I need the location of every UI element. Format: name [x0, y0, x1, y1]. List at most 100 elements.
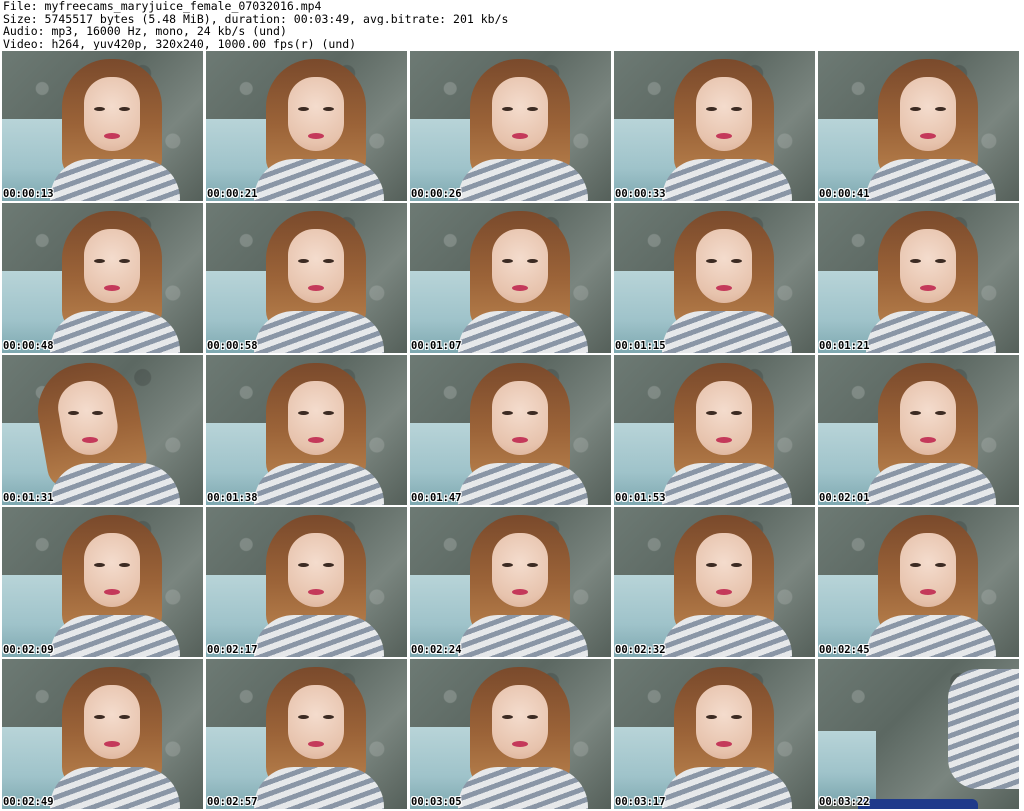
- face: [288, 533, 344, 607]
- frame-timestamp: 00:02:45: [819, 644, 870, 656]
- video-frame-thumbnail: 00:00:33: [614, 51, 815, 201]
- striped-shirt: [662, 159, 792, 201]
- frame-timestamp: 00:02:09: [3, 644, 54, 656]
- video-frame-thumbnail: 00:01:21: [818, 203, 1019, 353]
- video-frame-thumbnail: 00:00:26: [410, 51, 611, 201]
- frame-timestamp: 00:00:58: [207, 340, 258, 352]
- right-eye: [323, 563, 334, 567]
- frame-timestamp: 00:00:13: [3, 188, 54, 200]
- left-eye: [910, 259, 921, 263]
- striped-shirt: [948, 669, 1019, 789]
- right-eye: [119, 107, 130, 111]
- face: [288, 77, 344, 151]
- striped-shirt: [458, 311, 588, 353]
- frame-timestamp: 00:01:07: [411, 340, 462, 352]
- frame-timestamp: 00:02:17: [207, 644, 258, 656]
- face: [492, 533, 548, 607]
- face: [696, 229, 752, 303]
- striped-shirt: [662, 615, 792, 657]
- right-eye: [323, 107, 334, 111]
- left-eye: [706, 107, 717, 111]
- right-eye: [92, 411, 103, 415]
- striped-shirt: [662, 767, 792, 809]
- video-frame-thumbnail: 00:01:31: [2, 355, 203, 505]
- video-frame-thumbnail: 00:00:13: [2, 51, 203, 201]
- left-eye: [298, 259, 309, 263]
- left-eye: [94, 715, 105, 719]
- left-eye: [502, 259, 513, 263]
- video-frame-thumbnail: 00:02:24: [410, 507, 611, 657]
- left-eye: [298, 563, 309, 567]
- file-size-line: Size: 5745517 bytes (5.48 MiB), duration…: [3, 12, 509, 25]
- lips: [308, 437, 324, 443]
- lips: [104, 133, 120, 139]
- striped-shirt: [254, 311, 384, 353]
- video-frame-thumbnail: 00:01:07: [410, 203, 611, 353]
- frame-timestamp: 00:03:22: [819, 796, 870, 808]
- left-eye: [298, 411, 309, 415]
- frame-timestamp: 00:01:38: [207, 492, 258, 504]
- right-eye: [323, 715, 334, 719]
- video-frame-thumbnail: 00:02:17: [206, 507, 407, 657]
- lips: [716, 133, 732, 139]
- left-eye: [94, 107, 105, 111]
- right-eye: [731, 107, 742, 111]
- frame-timestamp: 00:00:48: [3, 340, 54, 352]
- face: [84, 685, 140, 759]
- lips: [104, 741, 120, 747]
- frame-timestamp: 00:01:15: [615, 340, 666, 352]
- face: [696, 685, 752, 759]
- left-eye: [502, 563, 513, 567]
- face: [84, 229, 140, 303]
- striped-shirt: [254, 463, 384, 505]
- video-frame-thumbnail: 00:01:47: [410, 355, 611, 505]
- right-eye: [119, 259, 130, 263]
- left-eye: [502, 411, 513, 415]
- right-eye: [731, 563, 742, 567]
- frame-timestamp: 00:01:47: [411, 492, 462, 504]
- left-eye: [94, 259, 105, 263]
- left-eye: [910, 107, 921, 111]
- video-frame-thumbnail: 00:03:05: [410, 659, 611, 809]
- frame-timestamp: 00:00:41: [819, 188, 870, 200]
- video-frame-thumbnail: 00:03:17: [614, 659, 815, 809]
- frame-timestamp: 00:02:01: [819, 492, 870, 504]
- blue-object: [858, 799, 978, 809]
- striped-shirt: [50, 311, 180, 353]
- right-eye: [935, 563, 946, 567]
- right-eye: [527, 411, 538, 415]
- frame-timestamp: 00:02:24: [411, 644, 462, 656]
- lips: [920, 437, 936, 443]
- striped-shirt: [50, 463, 180, 505]
- right-eye: [119, 563, 130, 567]
- video-frame-thumbnail: 00:01:38: [206, 355, 407, 505]
- right-eye: [935, 411, 946, 415]
- video-frame-thumbnail: 00:00:48: [2, 203, 203, 353]
- video-frame-thumbnail: 00:02:49: [2, 659, 203, 809]
- face: [492, 77, 548, 151]
- striped-shirt: [254, 159, 384, 201]
- lips: [512, 437, 528, 443]
- frame-timestamp: 00:03:17: [615, 796, 666, 808]
- lips: [920, 285, 936, 291]
- left-eye: [706, 563, 717, 567]
- left-eye: [298, 715, 309, 719]
- striped-shirt: [50, 159, 180, 201]
- lips: [308, 133, 324, 139]
- wall-poster: [818, 731, 876, 801]
- face: [900, 77, 956, 151]
- striped-shirt: [866, 311, 996, 353]
- video-frame-thumbnail: 00:00:58: [206, 203, 407, 353]
- video-frame-thumbnail: 00:02:01: [818, 355, 1019, 505]
- frame-timestamp: 00:01:53: [615, 492, 666, 504]
- frame-timestamp: 00:00:26: [411, 188, 462, 200]
- right-eye: [527, 563, 538, 567]
- striped-shirt: [866, 159, 996, 201]
- striped-shirt: [458, 615, 588, 657]
- right-eye: [731, 259, 742, 263]
- video-frame-thumbnail: 00:00:21: [206, 51, 407, 201]
- striped-shirt: [458, 159, 588, 201]
- audio-info-line: Audio: mp3, 16000 Hz, mono, 24 kb/s (und…: [3, 25, 287, 38]
- face: [696, 77, 752, 151]
- left-eye: [706, 715, 717, 719]
